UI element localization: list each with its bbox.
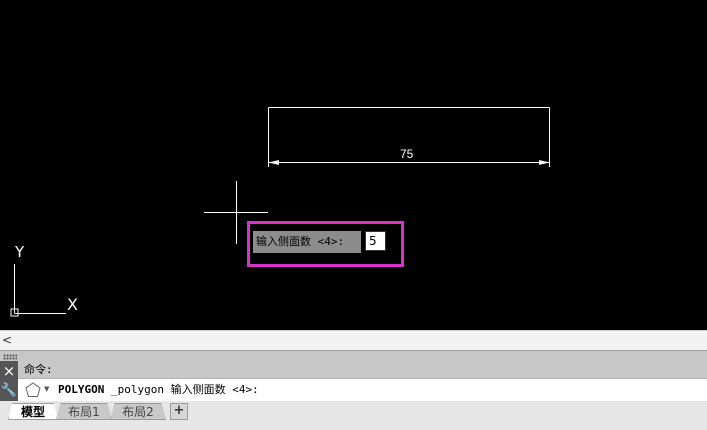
drawing-canvas[interactable]: 75 Y X 输入侧面数 <4>: 5 xyxy=(0,0,707,330)
grip-handle-icon[interactable] xyxy=(3,354,17,360)
dimension-text: 75 xyxy=(400,147,414,161)
dynamic-input-prompt: 输入侧面数 <4>: xyxy=(253,231,361,253)
add-layout-button[interactable]: + xyxy=(170,403,188,420)
drawing-svg xyxy=(10,107,550,317)
command-name: POLYGON xyxy=(58,383,105,396)
dimension-arrow-left xyxy=(268,160,279,165)
close-icon[interactable]: × xyxy=(0,362,18,380)
ucs-icon xyxy=(10,264,66,317)
pentagon-icon[interactable] xyxy=(25,382,41,398)
scroll-left-icon[interactable]: < xyxy=(2,332,12,348)
ucs-y-label: Y xyxy=(15,243,25,261)
command-line-text: POLYGON _polygon 输入侧面数 <4>: xyxy=(58,382,259,398)
layout-tab-bar: 模型 布局1 布局2 + xyxy=(0,401,707,430)
tab-layout2[interactable]: 布局2 xyxy=(110,403,166,420)
horizontal-scrollbar[interactable]: < xyxy=(0,330,707,350)
command-line[interactable]: ▼ POLYGON _polygon 输入侧面数 <4>: xyxy=(18,378,707,401)
dynamic-input-field[interactable]: 5 xyxy=(365,231,386,251)
dimension-arrow-right xyxy=(539,160,550,165)
chevron-down-icon[interactable]: ▼ xyxy=(44,385,49,393)
tab-layout1[interactable]: 布局1 xyxy=(56,403,112,420)
wrench-icon[interactable]: 🔧 xyxy=(0,382,18,400)
command-prompt: _polygon 输入侧面数 <4>: xyxy=(104,383,259,396)
command-history-text: 命令: xyxy=(24,363,53,376)
tab-model[interactable]: 模型 xyxy=(8,403,58,420)
command-history: 命令: xyxy=(0,350,707,378)
ucs-x-label: X xyxy=(67,295,78,314)
